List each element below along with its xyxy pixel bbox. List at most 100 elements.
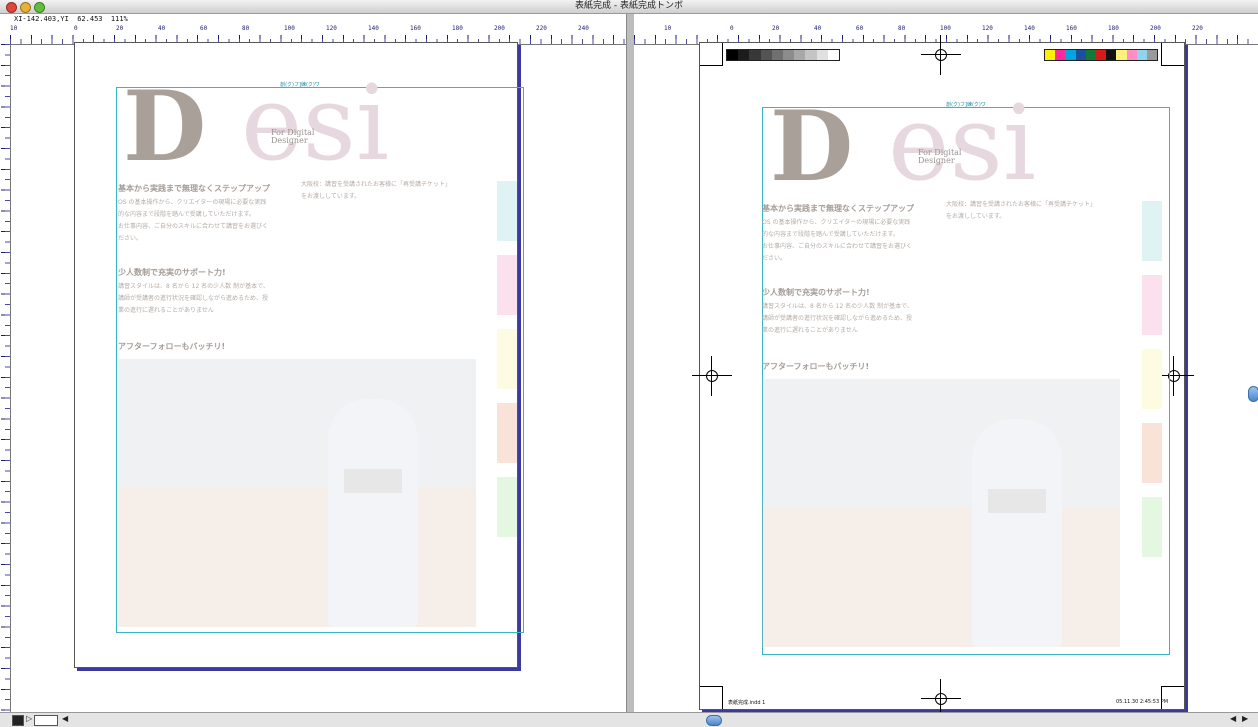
ruler-label: 60 — [856, 25, 864, 32]
color-tab-2 — [1142, 275, 1162, 335]
ruler-label: 160 — [1066, 25, 1077, 32]
horizontal-scroll-thumb[interactable] — [706, 715, 722, 726]
process-step — [1085, 50, 1096, 60]
photo-background — [762, 379, 1120, 647]
body-small-class: 講習スタイルは、8 名から 12 名の少人数 制が基本で、 講師が受講者の進行状… — [118, 283, 269, 314]
logo-esi: esi — [888, 82, 1037, 204]
heading-after-follow: アフターフォローもバッチリ! — [118, 342, 226, 351]
color-tab-5 — [1142, 497, 1162, 557]
logo-letter-d: D — [123, 70, 207, 183]
scroll-left-arrow-icon[interactable]: ◀ — [1230, 714, 1236, 723]
process-step — [1045, 50, 1056, 60]
ruler-label: 200 — [494, 25, 505, 32]
crop-mark-bl — [700, 686, 723, 709]
process-step — [1065, 50, 1076, 60]
color-tab-3 — [497, 329, 517, 389]
crop-mark-br — [1161, 686, 1184, 709]
footer-slug-left: 表紙完成.indd 1 — [728, 700, 766, 706]
window-title: 表紙完成 - 表紙完成トンボ — [575, 1, 683, 11]
crop-mark-tl — [700, 43, 723, 66]
color-tab-1 — [497, 181, 517, 241]
heading-small-class: 少人数制で充実のサポート力! — [762, 288, 870, 297]
ruler-label: 60 — [200, 25, 208, 32]
page-field[interactable] — [34, 715, 58, 726]
gray-step — [771, 50, 784, 60]
ruler-label: 220 — [536, 25, 547, 32]
ruler-label: 140 — [1024, 25, 1035, 32]
process-step — [1106, 50, 1117, 60]
process-step — [1146, 50, 1158, 60]
right-pane[interactable]: 10 0 20 40 60 80 100 120 140 160 180 200… — [634, 14, 1258, 712]
process-step — [1095, 50, 1107, 60]
ruler-label: 140 — [368, 25, 379, 32]
ruler-label: 80 — [242, 25, 250, 32]
color-tab-1 — [1142, 201, 1162, 261]
registration-mark-left — [692, 356, 732, 396]
heading-after-follow: アフターフォローもバッチリ! — [762, 362, 870, 371]
ruler-label: 10 — [664, 25, 672, 32]
registration-mark-top — [921, 35, 961, 75]
page-tab-1[interactable] — [12, 715, 24, 726]
ruler-label: 120 — [982, 25, 993, 32]
ruler-label: 40 — [814, 25, 822, 32]
color-tab-4 — [497, 403, 517, 463]
left-pane[interactable]: XI-142.403,YI 62.453 111% 10 0 20 40 60 … — [0, 14, 626, 712]
ruler-label: 180 — [452, 25, 463, 32]
gray-step — [749, 50, 761, 60]
ruler-label: 0 — [74, 25, 78, 32]
document-page[interactable]: 創(ク)フ]練(ク)ワ D esi For Digital Designer 基… — [74, 42, 524, 668]
color-tab-5 — [497, 477, 517, 537]
gray-step — [805, 50, 817, 60]
scroll-right-arrow-icon[interactable]: ▶ — [1242, 714, 1248, 723]
color-bar — [1044, 49, 1158, 61]
logo-esi: esi — [241, 62, 390, 184]
page-next-icon[interactable]: ▷ — [26, 714, 32, 723]
ruler-label: 200 — [1150, 25, 1161, 32]
ruler-label: 20 — [116, 25, 124, 32]
ruler-label: 40 — [158, 25, 166, 32]
heading-small-class: 少人数制で充実のサポート力! — [118, 268, 226, 277]
body-step-up: OS の基本操作から、クリエイターの現場に必要な実践 的な内容まで段階を踏んで受… — [118, 199, 269, 242]
gray-step — [816, 50, 828, 60]
gray-step — [727, 50, 739, 60]
process-step — [1116, 50, 1127, 60]
ruler-label: 160 — [410, 25, 421, 32]
gray-step — [760, 50, 772, 60]
color-tab-3 — [1142, 349, 1162, 409]
heading-step-up: 基本から実践まで無理なくステップアップ — [118, 184, 270, 193]
ruler-label: 180 — [1108, 25, 1119, 32]
gray-step — [783, 50, 795, 60]
process-step — [1055, 50, 1066, 60]
ruler-label: 220 — [1192, 25, 1203, 32]
ruler-label: 80 — [898, 25, 906, 32]
body-osaka: 大阪校：講習を受講されたお客様に「再受講チケット」 をお渡ししています。 — [946, 201, 1097, 220]
registration-mark-bottom — [921, 679, 961, 712]
ruler-label: 10 — [10, 25, 18, 32]
grayscale-bar — [726, 49, 840, 61]
body-osaka: 大阪校：講習を受講されたお客様に「再受講チケット」 をお渡ししています。 — [301, 181, 452, 200]
process-step — [1075, 50, 1086, 60]
body-small-class: 講習スタイルは、8 名から 12 名の少人数 制が基本で、 講師が受講者の進行状… — [762, 303, 913, 334]
coordinate-readout: XI-142.403,YI 62.453 111% — [14, 15, 128, 23]
gray-step — [738, 50, 750, 60]
body-step-up: OS の基本操作から、クリエイターの現場に必要な実践 的な内容まで段階を踏んで受… — [762, 219, 913, 262]
ruler-label: 20 — [772, 25, 780, 32]
ruler-label: 240 — [578, 25, 589, 32]
logo-tagline-2: Designer — [271, 136, 308, 145]
ruler-label: 120 — [326, 25, 337, 32]
document-page-with-marks[interactable]: 創(ク)フ]練(ク)ワ D esi For Digital Designer 基… — [692, 35, 1194, 712]
horizontal-scrollbar[interactable]: ▷ ◀ ◀ ▶ — [0, 712, 1258, 727]
window-titlebar: 表紙完成 - 表紙完成トンボ — [0, 0, 1258, 14]
ruler-label: 0 — [730, 25, 734, 32]
vertical-ruler[interactable] — [0, 44, 11, 712]
color-tab-4 — [1142, 423, 1162, 483]
vertical-scroll-thumb[interactable] — [1248, 386, 1258, 402]
logo-tagline-2: Designer — [918, 156, 955, 165]
color-tab-2 — [497, 255, 517, 315]
process-step — [1136, 50, 1147, 60]
ruler-label: 100 — [284, 25, 295, 32]
logo-letter-d: D — [770, 90, 854, 203]
photo-background — [118, 359, 476, 627]
scroll-left-icon[interactable]: ◀ — [62, 714, 68, 723]
process-step — [1126, 50, 1137, 60]
